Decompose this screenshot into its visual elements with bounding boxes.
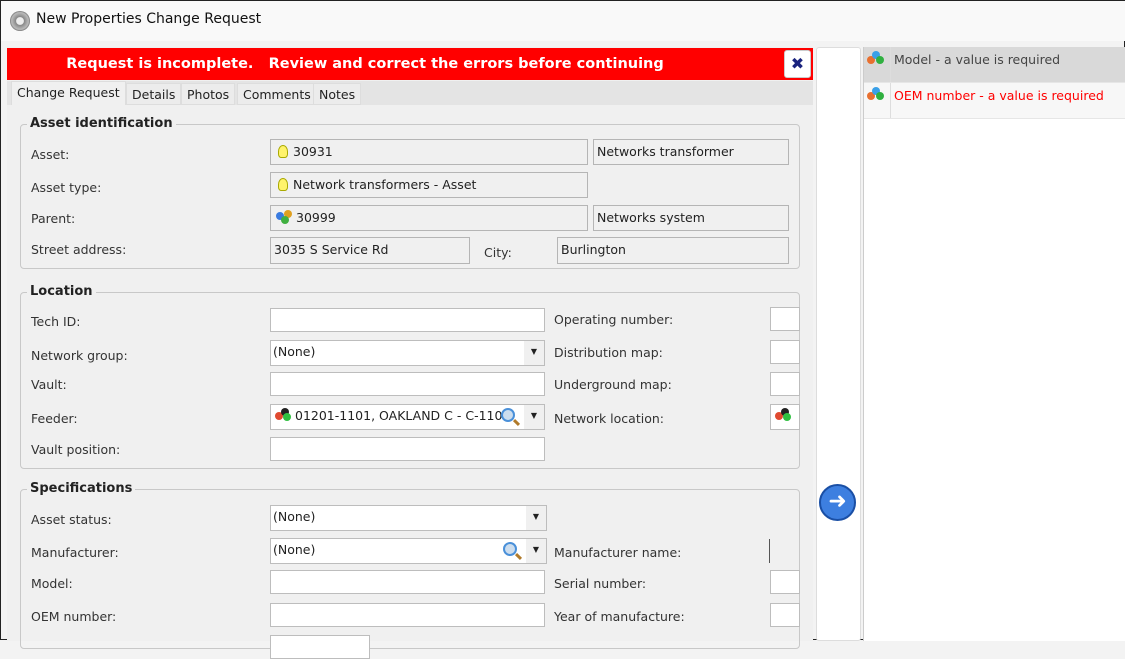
asset-status-select[interactable]: (None) ▼ — [270, 505, 547, 531]
parent-description: Networks system — [593, 205, 789, 231]
asset-type-value: Network transformers - Asset — [293, 177, 477, 192]
partial-input[interactable] — [270, 635, 370, 659]
operating-number-label: Operating number: — [554, 312, 674, 327]
error-text: OEM number - a value is required — [894, 88, 1104, 103]
next-arrow-button[interactable]: ➜ — [819, 484, 856, 521]
chevron-down-icon[interactable]: ▼ — [526, 539, 546, 563]
network-group-label: Network group: — [31, 348, 128, 363]
serial-number-input[interactable] — [770, 570, 800, 594]
tab-notes[interactable]: Notes — [313, 83, 362, 105]
manufacturer-value: (None) — [273, 542, 316, 557]
distribution-map-label: Distribution map: — [554, 345, 663, 360]
manufacturer-name-field — [769, 539, 770, 563]
lightbulb-icon — [278, 145, 288, 158]
tech-id-input[interactable] — [270, 308, 545, 332]
error-banner: Request is incomplete. Review and correc… — [7, 48, 813, 80]
model-label: Model: — [31, 576, 73, 591]
close-banner-button[interactable]: ✖ — [784, 50, 811, 78]
group-title: Specifications — [27, 481, 136, 496]
underground-map-input[interactable] — [770, 372, 800, 396]
year-of-manufacture-label: Year of manufacture: — [554, 609, 685, 624]
parent-field: 30999 — [270, 205, 588, 231]
serial-number-label: Serial number: — [554, 576, 647, 591]
network-group-select[interactable]: (None) ▼ — [270, 340, 545, 366]
chevron-down-icon[interactable]: ▼ — [524, 341, 544, 365]
network-icon — [775, 408, 793, 422]
app-gear-icon — [10, 11, 30, 31]
tech-id-label: Tech ID: — [31, 314, 81, 329]
feeder-select[interactable]: 01201-1101, OAKLAND C - C-110 ▼ — [270, 404, 545, 430]
title-bar: New Properties Change Request — [1, 1, 1125, 41]
chevron-down-icon[interactable]: ▼ — [526, 506, 546, 530]
group-title: Location — [27, 284, 96, 299]
year-of-manufacture-input[interactable] — [770, 603, 800, 627]
manufacturer-label: Manufacturer: — [31, 545, 119, 560]
error-item[interactable]: Model - a value is required — [864, 47, 1125, 83]
search-icon[interactable] — [501, 408, 515, 422]
window-title: New Properties Change Request — [36, 11, 262, 27]
group-title: Asset identification — [27, 116, 176, 131]
error-item[interactable]: OEM number - a value is required — [864, 83, 1125, 119]
network-icon — [276, 210, 294, 224]
asset-type-label: Asset type: — [31, 180, 102, 195]
error-list: Model - a value is required OEM number -… — [863, 47, 1125, 641]
error-text: Model - a value is required — [894, 52, 1061, 67]
street-address-label: Street address: — [31, 242, 127, 257]
operating-number-input[interactable] — [770, 307, 800, 331]
vault-label: Vault: — [31, 377, 67, 392]
street-address-field: 3035 S Service Rd — [270, 237, 470, 264]
asset-description: Networks transformer — [593, 139, 789, 165]
search-icon[interactable] — [503, 542, 517, 556]
manufacturer-select[interactable]: (None) ▼ — [270, 538, 547, 564]
model-input[interactable] — [270, 570, 545, 594]
vault-position-input[interactable] — [270, 437, 545, 461]
feeder-value: 01201-1101, OAKLAND C - C-110 — [295, 408, 503, 423]
distribution-map-input[interactable] — [770, 340, 800, 364]
tab-comments[interactable]: Comments — [237, 83, 317, 105]
error-icon — [864, 83, 891, 118]
asset-status-label: Asset status: — [31, 512, 112, 527]
asset-value: 30931 — [293, 144, 333, 159]
oem-number-label: OEM number: — [31, 609, 117, 624]
manufacturer-name-label: Manufacturer name: — [554, 545, 682, 560]
lightbulb-icon — [278, 178, 288, 191]
network-location-input[interactable] — [770, 404, 800, 430]
chevron-down-icon[interactable]: ▼ — [524, 405, 544, 429]
tab-change-request[interactable]: Change Request — [11, 81, 126, 105]
tab-photos[interactable]: Photos — [181, 83, 236, 105]
network-location-label: Network location: — [554, 411, 664, 426]
asset-status-value: (None) — [273, 509, 316, 524]
parent-value: 30999 — [296, 210, 336, 225]
navigation-column — [816, 47, 861, 641]
error-icon — [864, 47, 891, 82]
vault-input[interactable] — [270, 372, 545, 396]
vault-position-label: Vault position: — [31, 442, 121, 457]
asset-field: 30931 — [270, 139, 588, 165]
city-field: Burlington — [557, 237, 789, 264]
city-label: City: — [484, 245, 512, 260]
parent-label: Parent: — [31, 211, 76, 226]
tab-details[interactable]: Details — [126, 83, 182, 105]
network-group-value: (None) — [273, 344, 316, 359]
feeder-label: Feeder: — [31, 411, 78, 426]
network-icon — [275, 408, 293, 422]
asset-label: Asset: — [31, 147, 70, 162]
oem-number-input[interactable] — [270, 603, 545, 627]
asset-type-field: Network transformers - Asset — [270, 172, 588, 198]
underground-map-label: Underground map: — [554, 377, 672, 392]
